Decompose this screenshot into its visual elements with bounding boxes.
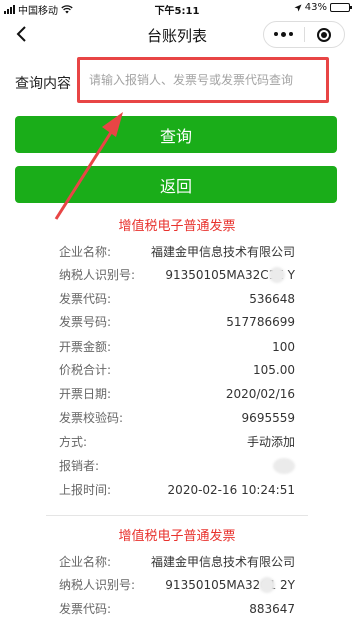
redaction-blur	[259, 577, 275, 593]
field-value: 883647	[249, 602, 295, 616]
field-value: 517786699	[226, 315, 295, 329]
field-value: 105.00	[253, 363, 295, 377]
field-invoice-code: 发票代码: 536648	[59, 290, 295, 308]
field-invoice-number: 发票号码: 517786699	[59, 313, 295, 331]
search-input[interactable]	[80, 60, 326, 100]
search-field-highlight	[77, 57, 329, 103]
invoice-card[interactable]: 增值税电子普通发票 企业名称: 福建金甲信息技术有限公司 纳税人识别号: 913…	[46, 217, 308, 497]
field-label: 企业名称:	[59, 555, 112, 569]
field-amount: 开票金额: 100	[59, 338, 295, 356]
field-value: 福建金甲信息技术有限公司	[150, 555, 295, 569]
redaction-blur	[273, 458, 295, 474]
field-value: 91350105MA32C1 2Y	[165, 578, 295, 592]
invoice-type-title: 增值税电子普通发票	[118, 529, 236, 544]
more-icon[interactable]	[264, 32, 304, 37]
location-icon	[294, 4, 302, 11]
field-label: 纳税人识别号:	[59, 578, 136, 592]
battery-icon	[330, 3, 352, 12]
field-method: 方式: 手动添加	[59, 433, 295, 451]
battery-percent: 43%	[304, 2, 327, 13]
field-label: 发票校验码:	[59, 411, 124, 425]
invoice-type-title: 增值税电子普通发票	[118, 219, 236, 234]
field-invoice-code: 发票代码: 883647	[59, 600, 295, 618]
query-button[interactable]: 查询	[15, 116, 337, 153]
back-button[interactable]: 返回	[15, 166, 337, 203]
field-tax-id: 纳税人识别号: 91350105MA32C1 2Y	[59, 576, 295, 594]
field-company: 企业名称: 福建金甲信息技术有限公司	[59, 553, 295, 571]
query-label: 查询内容	[15, 76, 71, 92]
card-divider	[46, 515, 308, 516]
status-bar: 中国移动 下午5:11 43%	[0, 0, 354, 17]
field-label: 纳税人识别号:	[59, 268, 136, 282]
field-label: 开票日期:	[59, 387, 112, 401]
field-label: 方式:	[59, 435, 88, 449]
field-check-code: 发票校验码: 9695559	[59, 409, 295, 427]
field-label: 报销者:	[59, 459, 100, 473]
field-report-time: 上报时间: 2020-02-16 10:24:51	[59, 481, 295, 499]
close-mini-program-icon[interactable]	[305, 27, 345, 42]
field-total: 价税合计: 105.00	[59, 361, 295, 379]
field-value: 2020/02/16	[225, 387, 295, 401]
field-label: 发票号码:	[59, 315, 112, 329]
field-label: 价税合计:	[59, 363, 112, 377]
field-label: 上报时间:	[59, 483, 112, 497]
field-tax-id: 纳税人识别号: 91350105MA32C1E Y	[59, 266, 295, 284]
field-value: 手动添加	[246, 435, 295, 449]
field-value: 福建金甲信息技术有限公司	[150, 245, 295, 259]
redaction-blur	[269, 267, 285, 283]
field-value: 536648	[249, 292, 295, 306]
field-value: 100	[272, 340, 295, 354]
field-date: 开票日期: 2020/02/16	[59, 385, 295, 403]
field-company: 企业名称: 福建金甲信息技术有限公司	[59, 243, 295, 261]
nav-bar: 台账列表	[0, 16, 354, 54]
field-value: 9695559	[241, 411, 295, 425]
field-reimburser: 报销者:	[59, 457, 295, 475]
field-label: 发票代码:	[59, 602, 112, 616]
invoice-card[interactable]: 增值税电子普通发票 企业名称: 福建金甲信息技术有限公司 纳税人识别号: 913…	[46, 527, 308, 616]
mini-program-capsule	[263, 21, 345, 48]
field-value: 2020-02-16 10:24:51	[167, 483, 295, 497]
field-label: 开票金额:	[59, 340, 112, 354]
field-label: 企业名称:	[59, 245, 112, 259]
field-label: 发票代码:	[59, 292, 112, 306]
